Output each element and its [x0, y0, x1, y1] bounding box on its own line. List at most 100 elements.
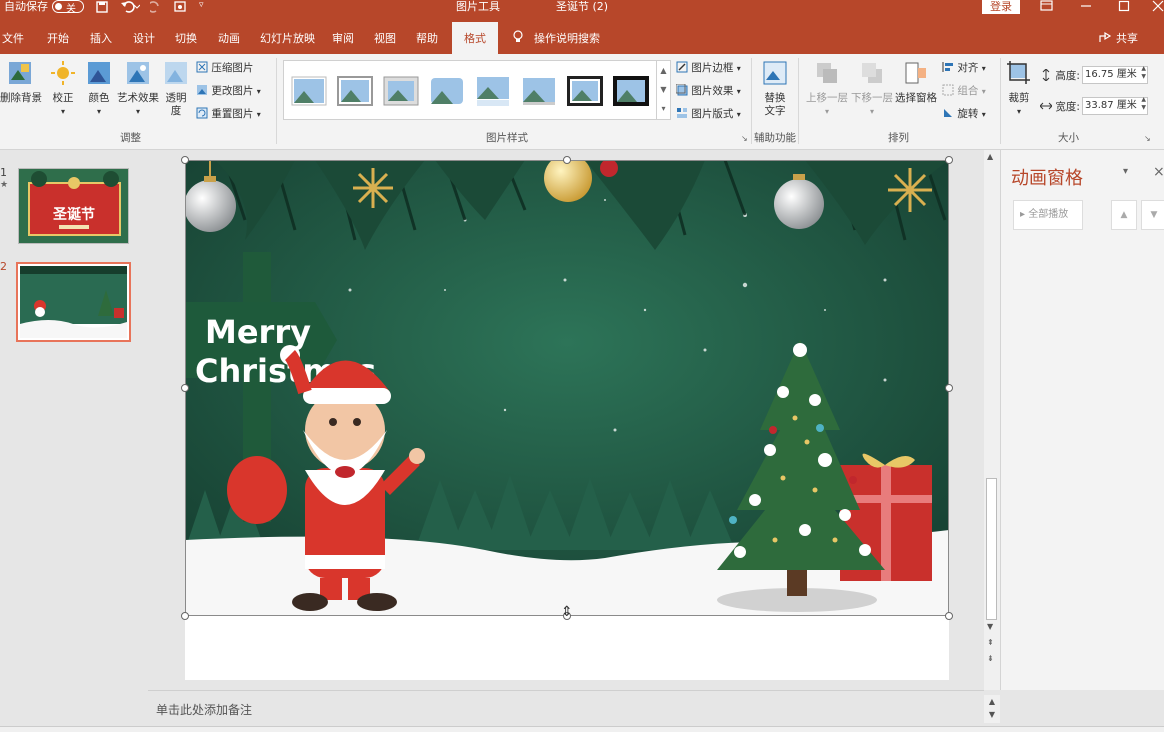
notes-scrollbar[interactable]: ▲ ▼ — [984, 695, 1000, 723]
resize-handle-nw[interactable] — [181, 156, 189, 164]
alt-text-button[interactable]: 替换 文字 — [758, 60, 792, 118]
color-button[interactable]: 颜色 ▾ — [84, 60, 114, 118]
align-button[interactable]: 对齐 ▾ — [942, 60, 986, 76]
width-input[interactable]: 33.87 厘米 ▲ ▼ — [1082, 96, 1148, 115]
dropdown-arrow-icon: ▾ — [1016, 107, 1021, 116]
picture-style-thumb[interactable] — [336, 75, 374, 109]
gallery-up-icon[interactable]: ▲ — [657, 61, 670, 80]
tab-insert[interactable]: 插入 — [90, 30, 112, 46]
close-pane-icon[interactable]: × — [1153, 164, 1164, 180]
notes-pane[interactable]: 单击此处添加备注 ▲ ▼ — [148, 690, 1000, 726]
picture-style-thumb[interactable] — [474, 75, 512, 109]
gallery-scroll[interactable]: ▲ ▼ ▾ — [657, 60, 671, 120]
resize-handle-sw[interactable] — [181, 612, 189, 620]
tab-review[interactable]: 审阅 — [332, 30, 354, 46]
tab-file[interactable]: 文件 — [2, 30, 24, 46]
login-button[interactable]: 登录 — [982, 0, 1020, 14]
animation-star-icon: ★ — [0, 180, 9, 190]
artistic-effects-button[interactable]: 艺术效果 ▾ — [116, 60, 160, 118]
customize-qat-icon[interactable]: ▿ — [199, 0, 204, 10]
dialog-launcher-icon[interactable]: ↘ — [741, 134, 748, 143]
remove-background-button[interactable]: 删除背景 — [0, 60, 42, 105]
rotate-button[interactable]: 旋转 ▾ — [942, 106, 986, 122]
picture-styles-gallery[interactable] — [283, 60, 657, 120]
resize-handle-w[interactable] — [181, 384, 189, 392]
slide-thumbnail-1[interactable]: 圣诞节 — [18, 168, 129, 244]
tab-slideshow[interactable]: 幻灯片放映 — [260, 30, 315, 46]
scroll-down-icon[interactable]: ▼ — [987, 622, 993, 631]
resize-handle-se[interactable] — [945, 612, 953, 620]
crop-button[interactable]: 裁剪 ▾ — [1005, 60, 1033, 118]
pane-options-icon[interactable]: ▾ — [1123, 166, 1128, 177]
picture-style-thumb[interactable] — [382, 75, 420, 109]
picture-effects-button[interactable]: 图片效果 ▾ — [675, 83, 741, 99]
tab-transitions[interactable]: 切换 — [175, 30, 197, 46]
crop-label: 裁剪 — [1008, 92, 1030, 104]
ribbon-display-icon[interactable] — [1040, 0, 1054, 15]
height-input[interactable]: 16.75 厘米 ▲ ▼ — [1082, 65, 1148, 84]
gallery-down-icon[interactable]: ▼ — [657, 80, 670, 99]
scroll-up-icon[interactable]: ▲ — [987, 152, 993, 161]
dialog-launcher-icon[interactable]: ↘ — [1144, 134, 1151, 143]
close-icon[interactable] — [1152, 0, 1164, 15]
tab-view[interactable]: 视图 — [374, 30, 396, 46]
send-backward-button[interactable]: 下移一层 ▾ — [850, 60, 894, 118]
tab-help[interactable]: 帮助 — [416, 30, 438, 46]
gallery-more-icon[interactable]: ▾ — [657, 99, 670, 118]
tab-animations[interactable]: 动画 — [218, 30, 240, 46]
start-from-beginning-icon[interactable] — [174, 1, 188, 16]
picture-style-thumb[interactable] — [520, 75, 558, 109]
slide-number: 2 — [0, 260, 7, 273]
reset-picture-button[interactable]: 重置图片 ▾ — [196, 106, 261, 122]
picture-style-thumb[interactable] — [428, 75, 466, 109]
resize-handle-e[interactable] — [945, 384, 953, 392]
maximize-icon[interactable] — [1118, 0, 1130, 15]
transparency-button[interactable]: 透明 度 — [162, 60, 190, 118]
move-down-button[interactable]: ▼ — [1141, 200, 1164, 230]
notes-placeholder[interactable]: 单击此处添加备注 — [156, 701, 252, 718]
undo-icon[interactable] — [120, 0, 141, 16]
group-separator — [751, 58, 752, 144]
height-row: 高度: — [1040, 67, 1080, 84]
share-icon[interactable] — [1098, 30, 1112, 47]
resize-handle-ne[interactable] — [945, 156, 953, 164]
picture-border-button[interactable]: 图片边框 ▾ — [676, 60, 741, 76]
picture-style-thumb[interactable] — [612, 75, 650, 109]
scrollbar-thumb[interactable] — [986, 478, 997, 620]
dropdown-arrow-icon: ▾ — [981, 64, 986, 73]
redo-icon[interactable] — [147, 0, 162, 16]
toggle-knob — [55, 3, 62, 10]
selection-pane-button[interactable]: 选择窗格 — [894, 60, 938, 105]
corrections-button[interactable]: 校正 ▾ — [46, 60, 80, 118]
slide-1-artwork: 圣诞节 — [19, 169, 128, 243]
compress-pictures-button[interactable]: 压缩图片 — [196, 60, 253, 76]
tell-me-search[interactable]: 操作说明搜索 — [534, 30, 600, 46]
bring-forward-button[interactable]: 上移一层 ▾ — [805, 60, 849, 118]
resize-handle-n[interactable] — [563, 156, 571, 164]
slide: Merry Christmas ⇕ — [181, 156, 953, 680]
tab-home[interactable]: 开始 — [47, 30, 69, 46]
slide-thumbnail-2-selected[interactable] — [16, 262, 131, 342]
canvas-vertical-scrollbar[interactable]: ▲ ▼ ⇞ ⇟ — [984, 150, 1000, 690]
height-spinner[interactable]: ▲ ▼ — [1141, 65, 1146, 81]
tab-format[interactable]: 格式 — [452, 22, 498, 54]
picture-style-thumb[interactable] — [566, 75, 604, 109]
previous-slide-icon[interactable]: ⇞ — [987, 638, 994, 647]
group-button[interactable]: 组合 ▾ — [942, 83, 986, 99]
dropdown-arrow-icon: ▾ — [736, 110, 741, 119]
play-all-button[interactable]: ▸ 全部播放 — [1013, 200, 1083, 230]
width-spinner[interactable]: ▲ ▼ — [1141, 96, 1146, 112]
save-icon[interactable] — [96, 1, 108, 16]
picture-color-icon — [88, 62, 110, 84]
share-button[interactable]: 共享 — [1116, 30, 1138, 46]
picture-style-thumb[interactable] — [290, 75, 328, 109]
autosave-toggle[interactable]: 关 — [52, 0, 84, 15]
move-up-button[interactable]: ▲ — [1111, 200, 1137, 230]
bring-forward-icon — [817, 63, 837, 83]
minimize-icon[interactable] — [1080, 0, 1092, 15]
christmas-picture[interactable]: Merry Christmas — [185, 160, 949, 616]
picture-layout-button[interactable]: 图片版式 ▾ — [676, 106, 741, 122]
next-slide-icon[interactable]: ⇟ — [987, 654, 994, 663]
tab-design[interactable]: 设计 — [133, 30, 155, 46]
change-picture-button[interactable]: 更改图片 ▾ — [196, 83, 261, 99]
